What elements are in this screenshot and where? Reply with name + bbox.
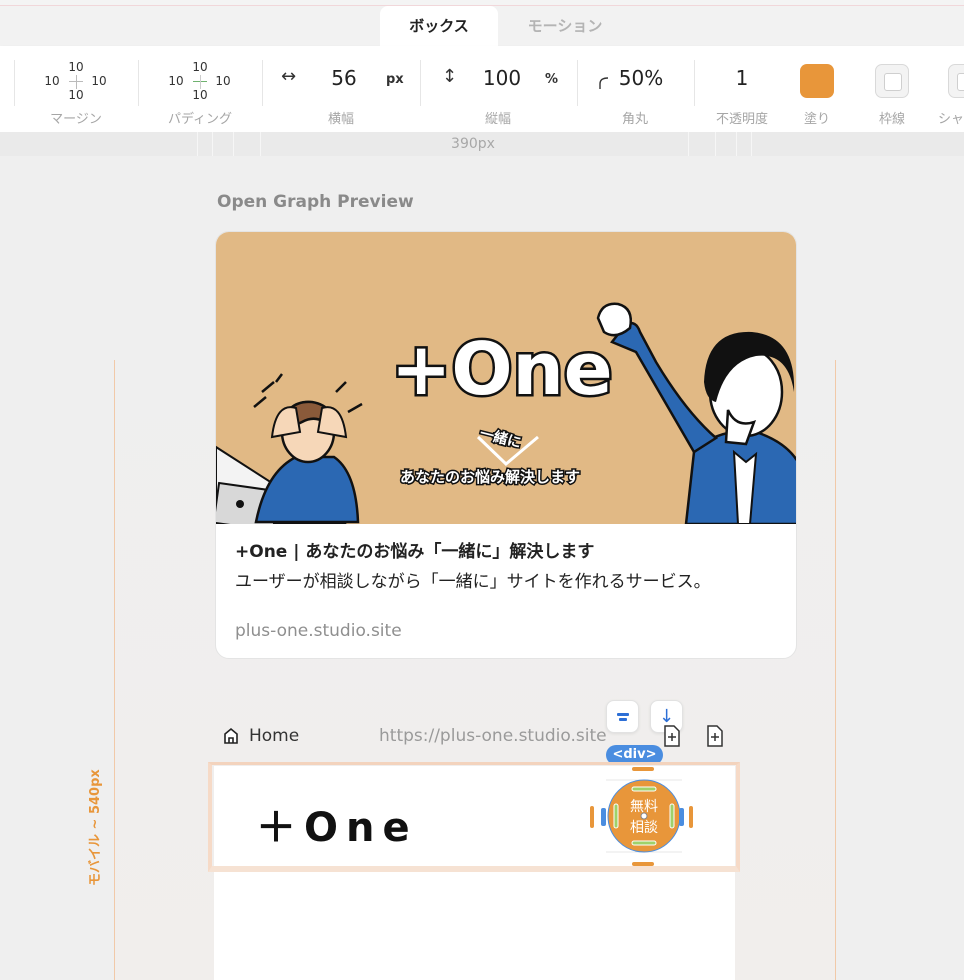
stroke-label: 枠線 xyxy=(878,112,905,127)
divider xyxy=(420,60,421,106)
horizontal-arrows-icon: ↔ xyxy=(281,66,297,87)
site-logo[interactable]: ＋One xyxy=(256,795,418,853)
padding-handle-left[interactable] xyxy=(601,808,606,826)
width-unit[interactable]: px xyxy=(386,72,404,87)
og-url: plus-one.studio.site xyxy=(235,621,402,641)
og-section-title: Open Graph Preview xyxy=(217,192,414,212)
align-button[interactable] xyxy=(606,700,639,733)
page-bar: Home https://plus-one.studio.site ↓ <div… xyxy=(215,700,745,765)
vertical-arrows-icon: ↕ xyxy=(442,66,458,87)
padding-cross-icon xyxy=(193,75,207,89)
corner-radius-icon xyxy=(599,77,609,89)
height-label: 縦幅 xyxy=(484,112,511,127)
margin-bottom[interactable]: 10 xyxy=(66,88,86,102)
radius-value[interactable]: 50% xyxy=(614,66,668,90)
padding-handle-right[interactable] xyxy=(679,808,684,826)
og-image-logo: +One xyxy=(391,327,613,411)
duplicate-page-icon[interactable] xyxy=(662,724,682,748)
resize-handle-top[interactable] xyxy=(632,767,654,771)
height-unit[interactable]: % xyxy=(545,72,558,87)
width-label: 横幅 xyxy=(327,112,354,127)
shadow-swatch[interactable] xyxy=(948,64,964,98)
add-page-icon[interactable] xyxy=(705,724,725,748)
og-preview-card: +One 一緒に あなたのお悩み解決します +One | あなたのお悩み「一緒に… xyxy=(215,231,797,659)
resize-handle-right[interactable] xyxy=(689,806,693,828)
divider xyxy=(694,60,695,106)
margin-top[interactable]: 10 xyxy=(66,60,86,74)
align-center-icon xyxy=(616,713,629,721)
tab-motion[interactable]: モーション xyxy=(500,6,630,46)
divider xyxy=(14,60,15,106)
consult-button-line1: 無料 xyxy=(630,799,658,815)
padding-right[interactable]: 10 xyxy=(213,74,233,88)
ruler-width-label: 390px xyxy=(451,136,495,152)
consult-button-line2: 相談 xyxy=(630,820,658,836)
shadow-label: シャ xyxy=(938,112,964,127)
padding-bottom[interactable]: 10 xyxy=(190,88,210,102)
og-image: +One 一緒に あなたのお悩み解決します xyxy=(216,232,796,524)
divider xyxy=(577,60,578,106)
og-title-text: +One | あなたのお悩み「一緒に」解決します xyxy=(235,542,595,562)
radius-label: 角丸 xyxy=(621,112,648,127)
og-image-tagline: あなたのお悩み解決します xyxy=(400,468,580,486)
fill-color-swatch[interactable] xyxy=(800,64,834,98)
page-name[interactable]: Home xyxy=(249,726,299,746)
divider xyxy=(262,60,263,106)
og-description: ユーザーが相談しながら「一緒に」サイトを作れるサービス。 xyxy=(235,572,711,592)
margin-right[interactable]: 10 xyxy=(89,74,109,88)
panel-tabs: ボックス モーション xyxy=(0,6,964,46)
tab-box[interactable]: ボックス xyxy=(380,6,498,46)
resize-handle-left[interactable] xyxy=(590,806,594,828)
width-value[interactable]: 56 xyxy=(324,66,364,90)
page-url[interactable]: https://plus-one.studio.site xyxy=(379,726,607,746)
padding-top[interactable]: 10 xyxy=(190,60,210,74)
og-image-tag: 一緒に xyxy=(478,425,523,452)
margin-label: マージン xyxy=(50,112,102,127)
opacity-value[interactable]: 1 xyxy=(732,66,752,90)
margin-cross-icon xyxy=(69,75,83,89)
property-toolbar: 10 10 10 10 マージン 10 10 10 10 パディング ↔ 56 … xyxy=(0,46,964,132)
divider xyxy=(138,60,139,106)
height-value[interactable]: 100 xyxy=(480,66,524,90)
home-page-icon[interactable] xyxy=(223,727,239,745)
breakpoint-label: モバイル ~ 540px xyxy=(88,769,103,886)
canvas-width-ruler: 390px xyxy=(0,132,964,156)
consult-button[interactable]: 無料 相談 xyxy=(606,778,682,854)
stroke-swatch[interactable] xyxy=(875,64,909,98)
og-illustration: +One 一緒に あなたのお悩み解決します xyxy=(216,302,796,524)
margin-left[interactable]: 10 xyxy=(42,74,62,88)
resize-handle-bottom[interactable] xyxy=(632,862,654,866)
padding-left[interactable]: 10 xyxy=(166,74,186,88)
padding-label: パディング xyxy=(167,112,233,127)
